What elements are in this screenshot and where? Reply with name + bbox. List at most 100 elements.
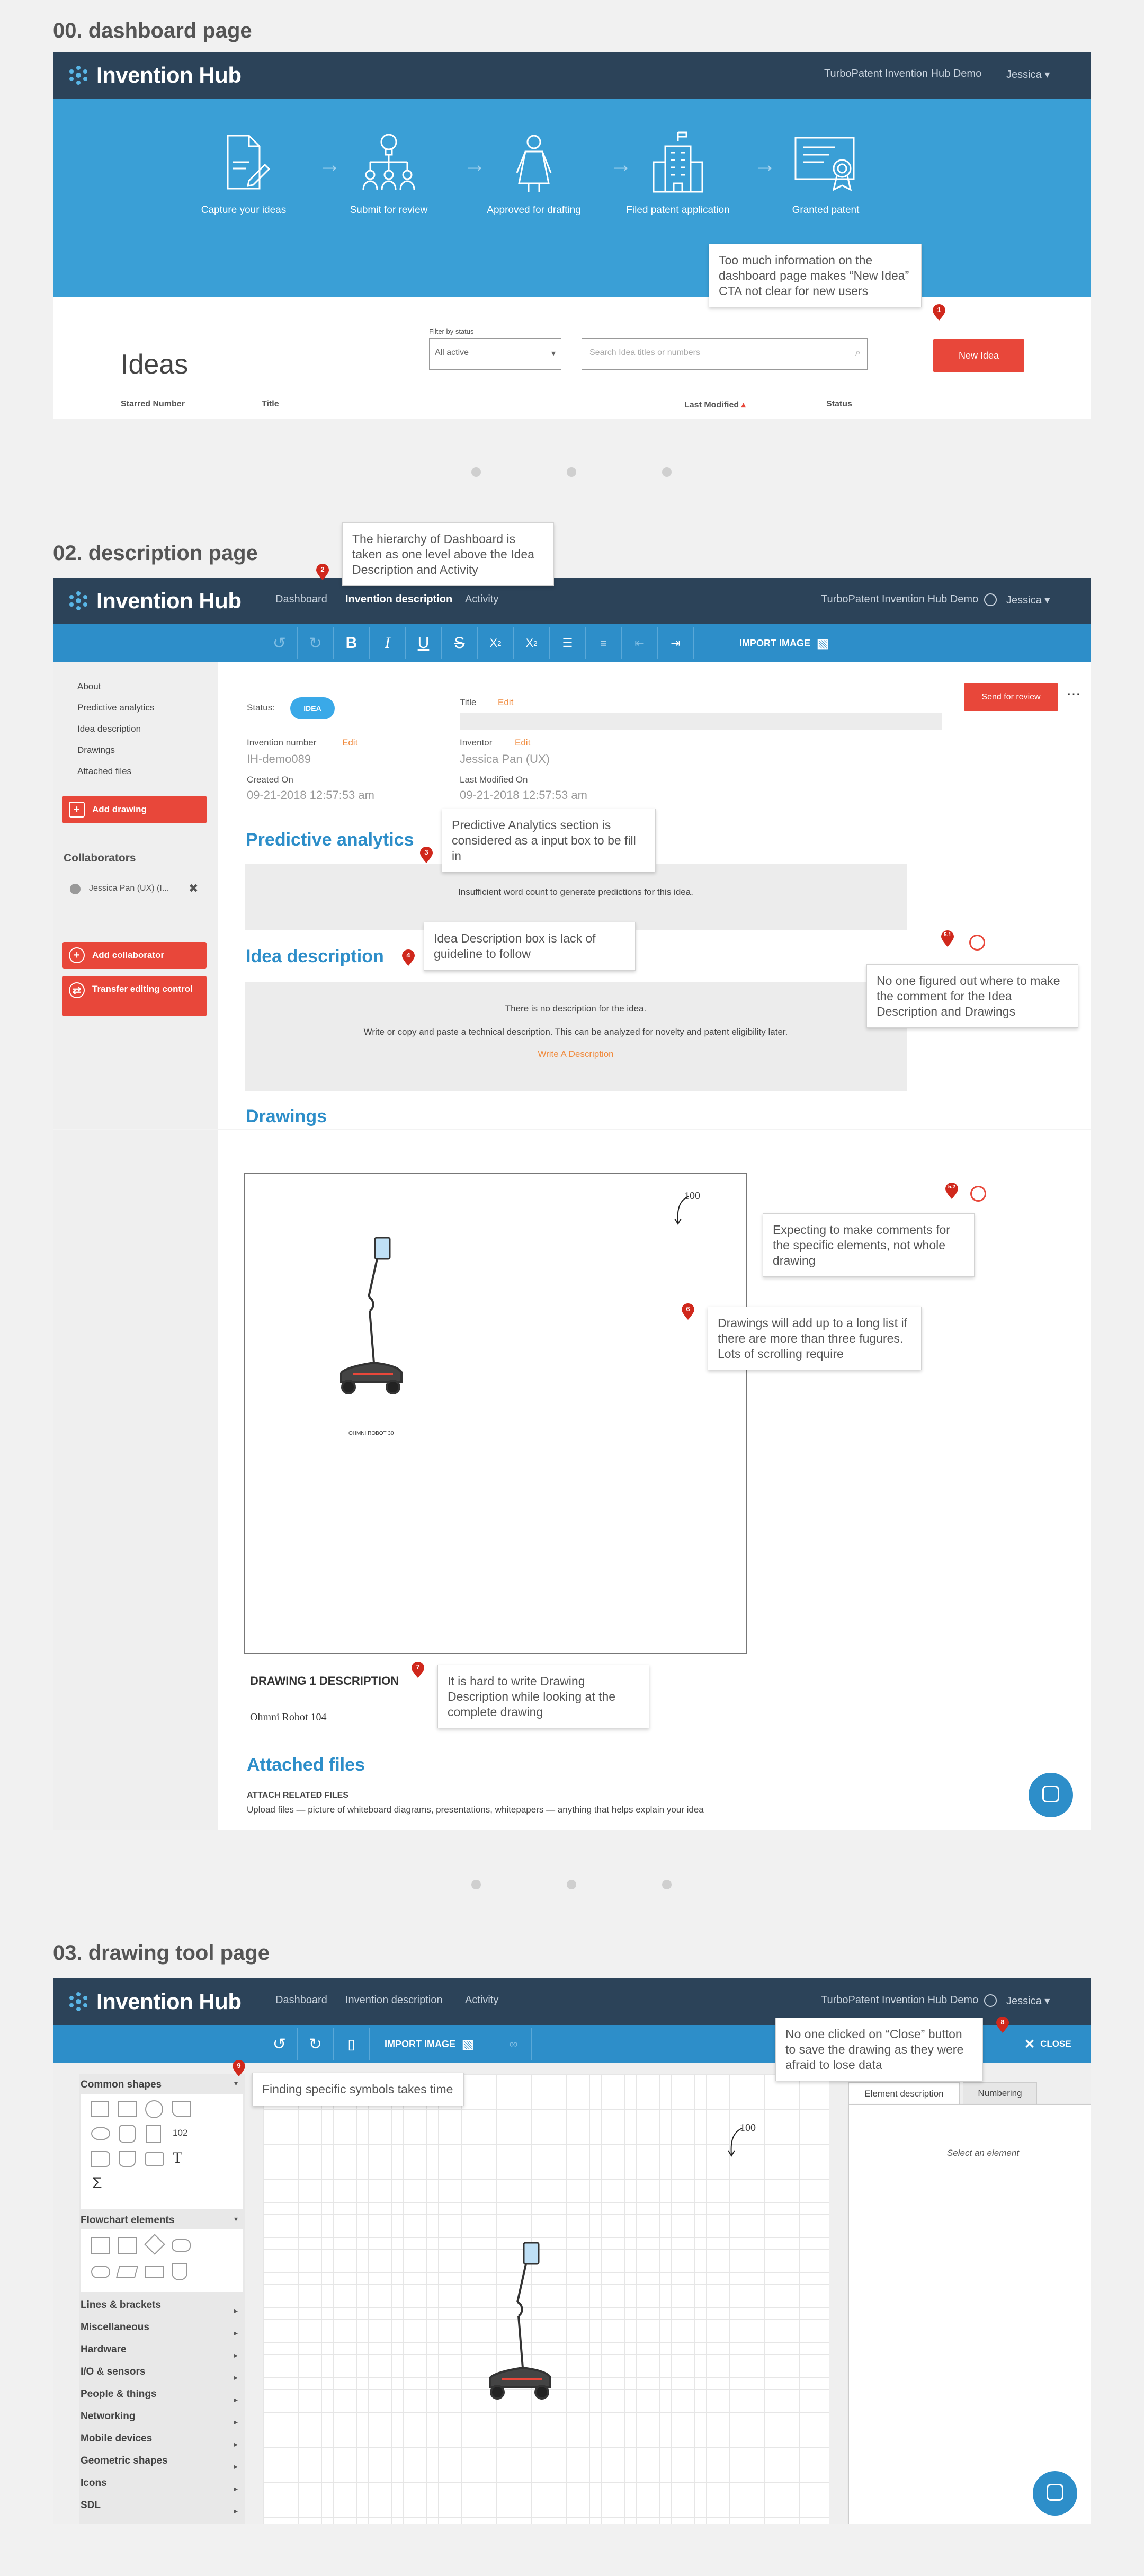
category-icons[interactable]: Icons [81,2477,107,2489]
common-shapes-title[interactable]: Common shapes [81,2079,162,2091]
redo-icon[interactable]: ↻ [298,627,334,659]
logo[interactable]: Invention Hub [68,61,242,89]
close-button[interactable]: ✕ CLOSE [1017,2028,1079,2060]
terminator-shape[interactable] [172,2239,191,2252]
remove-icon[interactable]: ✖ [189,882,198,895]
add-drawing-button[interactable]: + Add drawing [62,796,207,823]
category-networking[interactable]: Networking [81,2411,135,2422]
indent-icon[interactable]: ⇥ [658,627,694,659]
category-io[interactable]: I/O & sensors [81,2366,146,2378]
comment-icon[interactable] [969,935,985,951]
flowchart-title[interactable]: Flowchart elements [81,2215,174,2226]
carousel-dot[interactable] [471,467,481,477]
rounded-rect-shape[interactable] [145,2152,164,2166]
undo-icon[interactable]: ↺ [262,627,298,659]
underline-button[interactable]: U [406,627,442,659]
nav-invention-description[interactable]: Invention description [345,593,452,606]
import-image-button[interactable]: IMPORT IMAGE ▧ [377,2028,481,2060]
drawing-description-text[interactable]: Ohmni Robot 104 [250,1711,326,1724]
drawing-canvas[interactable]: 100 [263,2074,829,2524]
bullet-list-icon[interactable]: ☰ [550,627,586,659]
user-menu[interactable]: Jessica ▾ [1006,593,1050,607]
start-end-shape[interactable] [91,2266,110,2278]
delay-shape[interactable] [91,2151,110,2167]
title-input[interactable] [460,713,942,730]
new-idea-button[interactable]: New Idea [933,339,1024,372]
data-shape[interactable] [115,2266,139,2278]
nav-dashboard[interactable]: Dashboard [275,593,327,606]
nav-dashboard[interactable]: Dashboard [275,1994,327,2006]
chat-button[interactable] [1033,2471,1077,2516]
nav-invention-description[interactable]: Invention description [345,1994,442,2006]
rectangle-shape[interactable] [118,2101,137,2117]
callout-shape[interactable] [119,2151,136,2167]
drawing-canvas[interactable]: 100 OHMNI ROBOT 30 [244,1173,747,1654]
logo[interactable]: Invention Hub [68,1988,242,2015]
number-shape[interactable]: 102 [173,2128,187,2138]
category-hardware[interactable]: Hardware [81,2344,127,2356]
sidebar-link-drawings[interactable]: Drawings [77,745,115,756]
user-menu[interactable]: Jessica ▾ [1006,68,1050,81]
add-collaborator-button[interactable]: + Add collaborator [62,942,207,969]
sigma-shape[interactable]: Σ [92,2174,102,2192]
bold-button[interactable]: B [334,627,370,659]
numbered-list-icon[interactable]: ≡ [586,627,622,659]
ellipse-shape[interactable] [91,2127,110,2140]
transfer-control-button[interactable]: ⇄ Transfer editing control [62,976,207,1016]
page-icon[interactable]: ▯ [334,2028,370,2060]
import-image-button[interactable]: IMPORT IMAGE ▧ [732,627,836,659]
carousel-dot[interactable] [567,1880,576,1889]
offpage-shape[interactable] [172,2263,187,2280]
logo[interactable]: Invention Hub [68,587,242,615]
category-mobile[interactable]: Mobile devices [81,2433,152,2445]
sidebar-link-idea-description[interactable]: Idea description [77,724,141,734]
user-menu[interactable]: Jessica ▾ [1006,1994,1050,2007]
column-header-sorted[interactable]: Last Modified ▴ [684,399,746,410]
edit-title-link[interactable]: Edit [498,697,513,708]
column-header[interactable]: Starred Number [121,399,185,409]
predefined-process-shape[interactable] [118,2237,137,2254]
process-shape[interactable] [91,2237,110,2254]
subscript-button[interactable]: X2 [478,627,514,659]
chevron-down-icon[interactable]: ▾ [234,2079,238,2088]
category-sdl[interactable]: SDL [81,2500,101,2511]
category-misc[interactable]: Miscellaneous [81,2322,149,2333]
nav-activity[interactable]: Activity [465,1994,498,2006]
link-icon[interactable]: ∞ [496,2028,532,2060]
sidebar-link-about[interactable]: About [77,681,101,692]
comment-icon[interactable] [970,1186,986,1202]
edit-inventor-link[interactable]: Edit [515,738,530,748]
chat-button[interactable] [1029,1773,1073,1817]
category-lines[interactable]: Lines & brackets [81,2299,161,2311]
write-description-link[interactable]: Write A Description [245,1049,907,1060]
carousel-dot[interactable] [662,467,672,477]
circle-shape[interactable] [145,2100,163,2118]
redo-icon[interactable]: ↻ [298,2028,334,2060]
category-geometric[interactable]: Geometric shapes [81,2455,168,2467]
column-header[interactable]: Status [826,399,852,409]
status-filter-select[interactable]: All active ▾ [429,338,561,370]
nav-activity[interactable]: Activity [465,593,498,606]
carousel-dot[interactable] [662,1880,672,1889]
card-shape[interactable] [172,2101,191,2117]
undo-icon[interactable]: ↺ [262,2028,298,2060]
carousel-dot[interactable] [567,467,576,477]
robot-image[interactable] [480,2239,555,2429]
decision-shape[interactable] [144,2234,165,2255]
sidebar-link-attached[interactable]: Attached files [77,766,131,777]
text-box-shape[interactable] [91,2101,109,2117]
italic-button[interactable]: I [370,627,406,659]
sidebar-link-predictive[interactable]: Predictive analytics [77,703,155,713]
category-people[interactable]: People & things [81,2388,157,2400]
carousel-dot[interactable] [471,1880,481,1889]
manual-input-shape[interactable] [145,2266,164,2278]
edit-invention-number-link[interactable]: Edit [342,738,358,748]
cylinder-shape[interactable] [119,2125,136,2143]
more-icon[interactable]: ⋯ [1067,686,1080,702]
document-shape[interactable] [146,2125,161,2143]
text-tool-shape[interactable]: T [173,2149,182,2167]
tab-element-description[interactable]: Element description [848,2082,960,2104]
search-input[interactable]: Search Idea titles or numbers ⌕ [582,338,868,370]
column-header[interactable]: Title [262,399,279,409]
strikethrough-button[interactable]: S [442,627,478,659]
